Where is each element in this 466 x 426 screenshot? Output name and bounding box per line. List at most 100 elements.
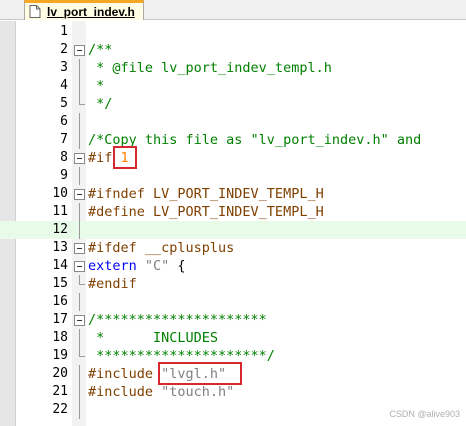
code-line[interactable]: 13 #ifdef __cplusplus <box>0 239 466 257</box>
tab-bar: lv_port_indev.h <box>0 0 466 20</box>
code-line[interactable]: 17 /********************* <box>0 311 466 329</box>
line-number: 1 <box>60 24 68 39</box>
code-token: "touch.h" <box>161 384 235 400</box>
code-token: * <box>88 78 105 94</box>
code-text: */ <box>88 95 112 113</box>
code-text: /********************* <box>88 311 267 329</box>
line-number: 3 <box>60 60 68 75</box>
code-line[interactable]: 11 #define LV_PORT_INDEV_TEMPL_H <box>0 203 466 221</box>
code-text: * <box>88 77 104 95</box>
line-number: 7 <box>60 132 68 147</box>
line-number: 14 <box>52 258 68 273</box>
code-text: extern "C" { <box>88 257 186 275</box>
code-line[interactable]: 4 * <box>0 77 466 95</box>
fold-toggle-icon[interactable] <box>74 153 85 164</box>
code-token: #include <box>88 384 162 400</box>
line-number: 22 <box>52 402 68 417</box>
fold-guide <box>79 77 80 95</box>
fold-guide <box>79 221 80 239</box>
code-line[interactable]: 5 */ <box>0 95 466 113</box>
code-token: { <box>177 258 186 274</box>
line-number: 11 <box>52 204 68 219</box>
code-line[interactable]: 7 /*Copy this file as "lv_port_indev.h" a… <box>0 131 466 149</box>
fold-toggle-icon[interactable] <box>74 261 85 272</box>
fold-guide <box>79 383 80 401</box>
code-line[interactable]: 15 #endif <box>0 275 466 293</box>
line-number: 13 <box>52 240 68 255</box>
fold-guide <box>79 365 80 383</box>
code-token: * INCLUDES <box>88 330 219 346</box>
fold-guide <box>79 59 80 77</box>
code-token: #ifndef LV_PORT_INDEV_TEMPL_H <box>88 186 324 202</box>
fold-toggle-icon[interactable] <box>74 189 85 200</box>
line-number: 9 <box>60 168 68 183</box>
code-text: * INCLUDES <box>88 329 218 347</box>
line-number: 21 <box>52 384 68 399</box>
fold-guide <box>79 293 80 311</box>
fold-toggle-icon[interactable] <box>74 243 85 254</box>
fold-toggle-icon[interactable] <box>74 45 85 56</box>
code-token: "C" <box>144 258 178 274</box>
code-line[interactable]: 8 #if 1 <box>0 149 466 167</box>
code-line[interactable]: 21 #include "touch.h" <box>0 383 466 401</box>
code-text: #define LV_PORT_INDEV_TEMPL_H <box>88 203 324 221</box>
code-line[interactable]: 16 <box>0 293 466 311</box>
line-number: 19 <box>52 348 68 363</box>
code-line[interactable]: 2 /** <box>0 41 466 59</box>
line-number: 10 <box>52 186 68 201</box>
code-text: #endif <box>88 275 137 293</box>
line-number: 2 <box>60 42 68 57</box>
code-token: /********************* <box>88 312 267 328</box>
line-number: 15 <box>52 276 68 291</box>
file-icon <box>29 5 41 18</box>
line-number: 20 <box>52 366 68 381</box>
fold-toggle-icon[interactable] <box>74 315 85 326</box>
code-token: extern <box>88 258 145 274</box>
code-text: #ifdef __cplusplus <box>88 239 234 257</box>
code-token: */ <box>88 96 113 112</box>
line-number: 6 <box>60 114 68 129</box>
line-number: 12 <box>52 222 68 237</box>
code-token: #ifdef __cplusplus <box>88 240 235 256</box>
code-token: * @file lv_port_indev_templ.h <box>88 60 332 76</box>
code-line[interactable]: 12 <box>0 221 466 239</box>
fold-end-marker <box>79 347 85 357</box>
code-text: #include "touch.h" <box>88 383 234 401</box>
code-line[interactable]: 6 <box>0 113 466 131</box>
line-number: 8 <box>60 150 68 165</box>
code-text: #ifndef LV_PORT_INDEV_TEMPL_H <box>88 185 324 203</box>
code-line[interactable]: 10 #ifndef LV_PORT_INDEV_TEMPL_H <box>0 185 466 203</box>
fold-guide <box>79 329 80 347</box>
code-text: /** <box>88 41 112 59</box>
fold-guide <box>79 113 80 131</box>
watermark: CSDN @alive903 <box>389 409 460 419</box>
fold-guide <box>79 203 80 221</box>
code-token: /*Copy this file as "lv_port_indev.h" an… <box>88 132 422 148</box>
fold-guide <box>79 131 80 149</box>
code-token: /** <box>88 42 113 58</box>
fold-guide <box>79 401 80 419</box>
code-text: * @file lv_port_indev_templ.h <box>88 59 332 77</box>
code-token: #define LV_PORT_INDEV_TEMPL_H <box>88 204 324 220</box>
code-text: /*Copy this file as "lv_port_indev.h" an… <box>88 131 421 149</box>
fold-guide <box>79 167 80 185</box>
tab-label: lv_port_indev.h <box>47 4 135 19</box>
code-line[interactable]: 14 extern "C" { <box>0 257 466 275</box>
line-number: 4 <box>60 78 68 93</box>
line-number: 5 <box>60 96 68 111</box>
highlight-box-lvgl-include <box>158 362 242 385</box>
line-number: 18 <box>52 330 68 345</box>
code-line[interactable]: 18 * INCLUDES <box>0 329 466 347</box>
code-line[interactable]: 1 <box>0 23 466 41</box>
tab-lv-port-indev[interactable]: lv_port_indev.h <box>24 0 144 20</box>
code-line[interactable]: 3 * @file lv_port_indev_templ.h <box>0 59 466 77</box>
line-number: 17 <box>52 312 68 327</box>
line-number: 16 <box>52 294 68 309</box>
code-token: #include <box>88 366 162 382</box>
code-editor[interactable]: 1 2/** 3 * @file lv_port_indev_templ.h 4 * 5… <box>0 21 466 426</box>
fold-end-marker <box>79 275 85 285</box>
code-token: #endif <box>88 276 137 292</box>
highlight-box-if-1 <box>113 146 137 169</box>
fold-end-marker <box>79 95 85 105</box>
code-line[interactable]: 9 <box>0 167 466 185</box>
